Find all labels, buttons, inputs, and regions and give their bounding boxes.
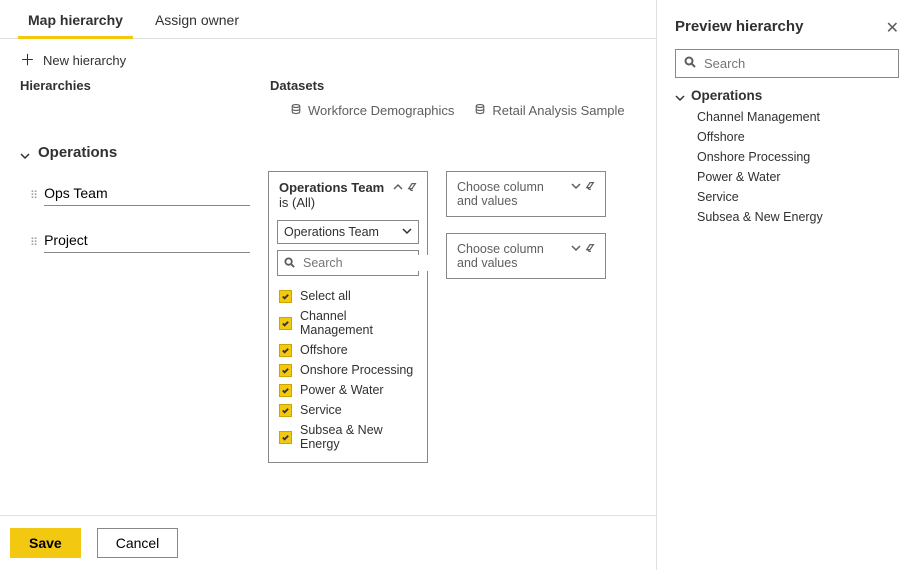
filter-values-list: Select all Channel Management Offshore O… (269, 282, 427, 462)
save-button[interactable]: Save (10, 528, 81, 558)
tabs: Map hierarchy Assign owner (0, 0, 656, 39)
search-icon (284, 256, 295, 271)
filter-value-item[interactable]: Service (277, 400, 419, 420)
close-icon[interactable]: ✕ (886, 18, 899, 38)
main-panel: Map hierarchy Assign owner ＋ New hierarc… (0, 0, 657, 570)
drag-handle-icon[interactable]: ⠿ (30, 236, 36, 253)
level-row: ⠿ (30, 228, 250, 253)
dataset-label: Retail Analysis Sample (492, 103, 624, 118)
clear-filter-icon[interactable] (585, 180, 595, 194)
filter-search-input[interactable] (301, 255, 466, 271)
filter-value-item[interactable]: Subsea & New Energy (277, 420, 419, 454)
tree-item[interactable]: Service (697, 187, 899, 207)
plus-icon: ＋ (20, 53, 35, 68)
hierarchy-name: Operations (38, 144, 117, 161)
preview-title: Preview hierarchy (675, 18, 899, 35)
new-hierarchy-label: New hierarchy (43, 53, 126, 68)
chevron-up-icon[interactable] (393, 180, 403, 195)
header-hierarchies: Hierarchies (20, 78, 270, 93)
level-row: ⠿ (30, 181, 250, 206)
tree-item[interactable]: Power & Water (697, 167, 899, 187)
tree-children: Channel Management Offshore Onshore Proc… (697, 107, 899, 227)
filter-value-item[interactable]: Channel Management (277, 306, 419, 340)
clear-filter-icon[interactable] (407, 180, 417, 195)
tree-root-label: Operations (691, 88, 762, 103)
tree-item[interactable]: Channel Management (697, 107, 899, 127)
new-hierarchy-button[interactable]: ＋ New hierarchy (20, 53, 126, 68)
tree-item[interactable]: Subsea & New Energy (697, 207, 899, 227)
filter-placeholder: Choose column and values (457, 242, 544, 270)
filter-card-expanded: Operations Team is (All) Operations Team (268, 171, 428, 463)
footer: Save Cancel (0, 515, 656, 570)
tree-item[interactable]: Onshore Processing (697, 147, 899, 167)
checkbox-checked-icon[interactable] (279, 364, 292, 377)
checkbox-checked-icon[interactable] (279, 317, 292, 330)
hierarchy-grid: ⠿ ⠿ Operations Team is (All) (0, 171, 656, 463)
filter-card-header[interactable]: Operations Team is (All) (269, 172, 427, 218)
preview-search-input[interactable] (702, 55, 890, 72)
preview-search[interactable] (675, 49, 899, 78)
dataset-icon (474, 103, 486, 118)
tab-map-hierarchy[interactable]: Map hierarchy (12, 0, 139, 38)
cancel-button[interactable]: Cancel (97, 528, 179, 558)
column-headers: Hierarchies Datasets (0, 74, 656, 99)
preview-panel: ✕ Preview hierarchy Operations Channel M… (657, 0, 917, 570)
drag-handle-icon[interactable]: ⠿ (30, 189, 36, 206)
level-list: ⠿ ⠿ (20, 171, 250, 275)
dataset-label: Workforce Demographics (308, 103, 454, 118)
tree-item[interactable]: Offshore (697, 127, 899, 147)
tab-assign-owner[interactable]: Assign owner (139, 0, 255, 38)
filter-value-item[interactable]: Offshore (277, 340, 419, 360)
search-icon (684, 56, 696, 71)
dataset-item[interactable]: Retail Analysis Sample (474, 103, 624, 118)
chevron-down-icon (20, 148, 30, 158)
checkbox-checked-icon[interactable] (279, 404, 292, 417)
column-select-label: Operations Team (284, 225, 379, 239)
filter-card-collapsed[interactable]: Choose column and values (446, 233, 606, 279)
datasets-row: Workforce Demographics Retail Analysis S… (0, 99, 656, 126)
filter-placeholder: Choose column and values (457, 180, 544, 208)
filter-card-collapsed[interactable]: Choose column and values (446, 171, 606, 217)
checkbox-checked-icon[interactable] (279, 431, 292, 444)
toolbar: ＋ New hierarchy (0, 39, 656, 74)
filter-search[interactable] (277, 250, 419, 276)
filter-value-item[interactable]: Power & Water (277, 380, 419, 400)
hierarchy-section-header[interactable]: Operations (0, 126, 656, 171)
checkbox-checked-icon[interactable] (279, 290, 292, 303)
filter-value-item[interactable]: Select all (277, 286, 419, 306)
dataset-item[interactable]: Workforce Demographics (290, 103, 454, 118)
clear-filter-icon[interactable] (585, 242, 595, 256)
checkbox-checked-icon[interactable] (279, 344, 292, 357)
chevron-down-icon[interactable] (571, 180, 581, 194)
dataset-icon (290, 103, 302, 118)
checkbox-checked-icon[interactable] (279, 384, 292, 397)
chevron-down-icon[interactable] (571, 242, 581, 256)
column-select[interactable]: Operations Team (277, 220, 419, 244)
app-root: Map hierarchy Assign owner ＋ New hierarc… (0, 0, 917, 570)
filter-summary: Operations Team is (All) (279, 180, 384, 210)
tree-root[interactable]: Operations (675, 88, 899, 103)
level-name-input[interactable] (44, 181, 250, 206)
level-name-input[interactable] (44, 228, 250, 253)
chevron-down-icon (402, 225, 412, 239)
filter-value-item[interactable]: Onshore Processing (277, 360, 419, 380)
chevron-down-icon (675, 91, 685, 101)
header-datasets: Datasets (270, 78, 636, 93)
